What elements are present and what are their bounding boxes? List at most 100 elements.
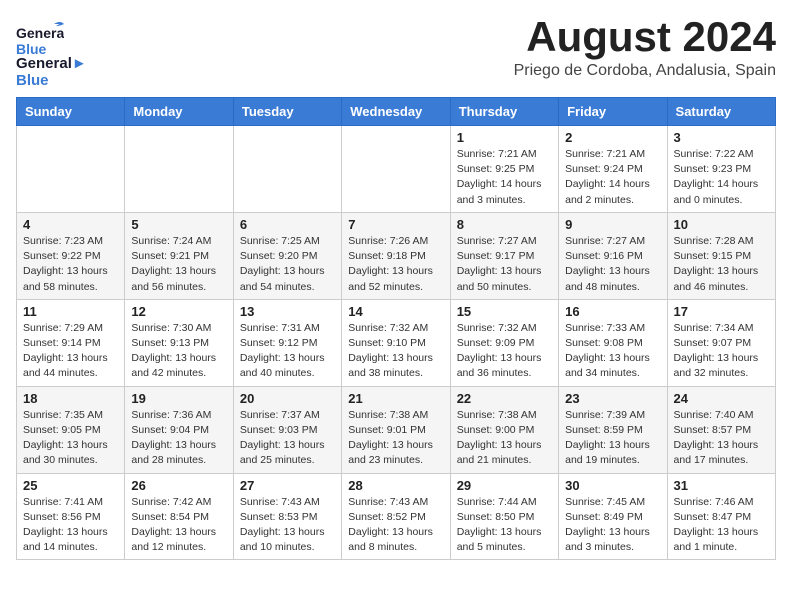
day-info: Sunrise: 7:32 AM Sunset: 9:10 PM Dayligh… [348, 321, 443, 382]
page-header: General Blue General ► Blue August 2024 P… [16, 16, 776, 89]
day-number: 13 [240, 304, 335, 319]
table-row: 23 Sunrise: 7:39 AM Sunset: 8:59 PM Dayli… [559, 386, 667, 473]
table-row: 18 Sunrise: 7:35 AM Sunset: 9:05 PM Dayli… [17, 386, 125, 473]
day-info: Sunrise: 7:45 AM Sunset: 8:49 PM Dayligh… [565, 495, 660, 556]
table-row: 9Sunrise: 7:27 AM Sunset: 9:16 PM Daylig… [559, 212, 667, 299]
table-row: 14 Sunrise: 7:32 AM Sunset: 9:10 PM Dayli… [342, 299, 450, 386]
table-row: 28Sunrise: 7:43 AM Sunset: 8:52 PM Dayli… [342, 473, 450, 560]
table-row [342, 126, 450, 213]
day-number: 24 [674, 391, 769, 406]
day-number: 21 [348, 391, 443, 406]
day-info: Sunrise: 7:38 AM Sunset: 9:01 PM Dayligh… [348, 408, 443, 469]
calendar-week-row: 1Sunrise: 7:21 AM Sunset: 9:25 PM Daylig… [17, 126, 776, 213]
day-info: Sunrise: 7:28 AM Sunset: 9:15 PM Dayligh… [674, 234, 769, 295]
day-number: 9 [565, 217, 660, 232]
table-row: 4 Sunrise: 7:23 AM Sunset: 9:22 PM Daylig… [17, 212, 125, 299]
table-row: 13Sunrise: 7:31 AM Sunset: 9:12 PM Dayli… [233, 299, 341, 386]
day-number: 23 [565, 391, 660, 406]
svg-text:General: General [16, 25, 64, 41]
day-number: 3 [674, 130, 769, 145]
day-number: 14 [348, 304, 443, 319]
table-row: 10 Sunrise: 7:28 AM Sunset: 9:15 PM Dayli… [667, 212, 775, 299]
calendar-week-row: 25Sunrise: 7:41 AM Sunset: 8:56 PM Dayli… [17, 473, 776, 560]
table-row: 12 Sunrise: 7:30 AM Sunset: 9:13 PM Dayli… [125, 299, 233, 386]
col-monday: Monday [125, 98, 233, 126]
day-info: Sunrise: 7:36 AM Sunset: 9:04 PM Dayligh… [131, 408, 226, 469]
day-number: 19 [131, 391, 226, 406]
day-info: Sunrise: 7:23 AM Sunset: 9:22 PM Dayligh… [23, 234, 118, 295]
calendar-header-row: Sunday Monday Tuesday Wednesday Thursday… [17, 98, 776, 126]
day-info: Sunrise: 7:39 AM Sunset: 8:59 PM Dayligh… [565, 408, 660, 469]
table-row: 1Sunrise: 7:21 AM Sunset: 9:25 PM Daylig… [450, 126, 558, 213]
day-info: Sunrise: 7:42 AM Sunset: 8:54 PM Dayligh… [131, 495, 226, 556]
table-row [17, 126, 125, 213]
logo-line2: Blue [16, 72, 49, 89]
day-info: Sunrise: 7:43 AM Sunset: 8:53 PM Dayligh… [240, 495, 335, 556]
day-info: Sunrise: 7:22 AM Sunset: 9:23 PM Dayligh… [674, 147, 769, 208]
day-info: Sunrise: 7:27 AM Sunset: 9:17 PM Dayligh… [457, 234, 552, 295]
table-row: 27 Sunrise: 7:43 AM Sunset: 8:53 PM Dayli… [233, 473, 341, 560]
calendar-table: Sunday Monday Tuesday Wednesday Thursday… [16, 97, 776, 560]
table-row: 21 Sunrise: 7:38 AM Sunset: 9:01 PM Dayli… [342, 386, 450, 473]
table-row: 6Sunrise: 7:25 AM Sunset: 9:20 PM Daylig… [233, 212, 341, 299]
day-info: Sunrise: 7:38 AM Sunset: 9:00 PM Dayligh… [457, 408, 552, 469]
day-info: Sunrise: 7:35 AM Sunset: 9:05 PM Dayligh… [23, 408, 118, 469]
calendar-week-row: 11 Sunrise: 7:29 AM Sunset: 9:14 PM Dayli… [17, 299, 776, 386]
table-row: 24 Sunrise: 7:40 AM Sunset: 8:57 PM Dayli… [667, 386, 775, 473]
table-row: 22 Sunrise: 7:38 AM Sunset: 9:00 PM Dayli… [450, 386, 558, 473]
day-info: Sunrise: 7:44 AM Sunset: 8:50 PM Dayligh… [457, 495, 552, 556]
table-row: 8Sunrise: 7:27 AM Sunset: 9:17 PM Daylig… [450, 212, 558, 299]
day-number: 22 [457, 391, 552, 406]
table-row: 17 Sunrise: 7:34 AM Sunset: 9:07 PM Dayli… [667, 299, 775, 386]
table-row: 16 Sunrise: 7:33 AM Sunset: 9:08 PM Dayli… [559, 299, 667, 386]
logo-bird-symbol: ► [72, 55, 87, 72]
day-number: 4 [23, 217, 118, 232]
day-number: 31 [674, 478, 769, 493]
col-saturday: Saturday [667, 98, 775, 126]
day-number: 17 [674, 304, 769, 319]
logo-icon: General Blue [16, 16, 64, 64]
table-row: 15Sunrise: 7:32 AM Sunset: 9:09 PM Dayli… [450, 299, 558, 386]
table-row [233, 126, 341, 213]
table-row: 25Sunrise: 7:41 AM Sunset: 8:56 PM Dayli… [17, 473, 125, 560]
day-number: 29 [457, 478, 552, 493]
location-subtitle: Priego de Cordoba, Andalusia, Spain [514, 62, 776, 80]
day-number: 2 [565, 130, 660, 145]
day-info: Sunrise: 7:34 AM Sunset: 9:07 PM Dayligh… [674, 321, 769, 382]
day-info: Sunrise: 7:40 AM Sunset: 8:57 PM Dayligh… [674, 408, 769, 469]
day-info: Sunrise: 7:46 AM Sunset: 8:47 PM Dayligh… [674, 495, 769, 556]
day-info: Sunrise: 7:43 AM Sunset: 8:52 PM Dayligh… [348, 495, 443, 556]
day-number: 12 [131, 304, 226, 319]
day-number: 10 [674, 217, 769, 232]
day-number: 26 [131, 478, 226, 493]
day-info: Sunrise: 7:37 AM Sunset: 9:03 PM Dayligh… [240, 408, 335, 469]
day-info: Sunrise: 7:25 AM Sunset: 9:20 PM Dayligh… [240, 234, 335, 295]
day-number: 18 [23, 391, 118, 406]
day-info: Sunrise: 7:29 AM Sunset: 9:14 PM Dayligh… [23, 321, 118, 382]
day-number: 7 [348, 217, 443, 232]
day-number: 20 [240, 391, 335, 406]
day-info: Sunrise: 7:21 AM Sunset: 9:24 PM Dayligh… [565, 147, 660, 208]
day-number: 16 [565, 304, 660, 319]
day-info: Sunrise: 7:24 AM Sunset: 9:21 PM Dayligh… [131, 234, 226, 295]
table-row: 11 Sunrise: 7:29 AM Sunset: 9:14 PM Dayli… [17, 299, 125, 386]
col-sunday: Sunday [17, 98, 125, 126]
day-info: Sunrise: 7:33 AM Sunset: 9:08 PM Dayligh… [565, 321, 660, 382]
table-row: 30Sunrise: 7:45 AM Sunset: 8:49 PM Dayli… [559, 473, 667, 560]
day-number: 1 [457, 130, 552, 145]
col-thursday: Thursday [450, 98, 558, 126]
table-row: 19 Sunrise: 7:36 AM Sunset: 9:04 PM Dayli… [125, 386, 233, 473]
day-info: Sunrise: 7:30 AM Sunset: 9:13 PM Dayligh… [131, 321, 226, 382]
table-row: 7Sunrise: 7:26 AM Sunset: 9:18 PM Daylig… [342, 212, 450, 299]
table-row: 5 Sunrise: 7:24 AM Sunset: 9:21 PM Daylig… [125, 212, 233, 299]
col-wednesday: Wednesday [342, 98, 450, 126]
col-friday: Friday [559, 98, 667, 126]
table-row [125, 126, 233, 213]
day-number: 11 [23, 304, 118, 319]
month-year-title: August 2024 [514, 16, 776, 58]
day-number: 27 [240, 478, 335, 493]
calendar-week-row: 4 Sunrise: 7:23 AM Sunset: 9:22 PM Daylig… [17, 212, 776, 299]
logo: General Blue General ► Blue [16, 16, 87, 89]
day-number: 5 [131, 217, 226, 232]
day-number: 15 [457, 304, 552, 319]
